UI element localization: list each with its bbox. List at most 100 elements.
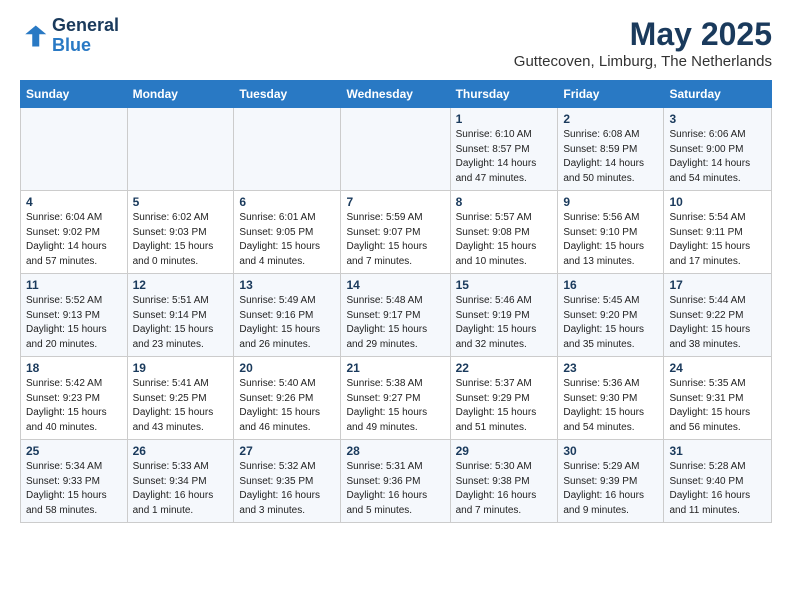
calendar-cell: 20Sunrise: 5:40 AM Sunset: 9:26 PM Dayli…	[234, 357, 341, 440]
day-number: 15	[456, 278, 553, 292]
day-info: Sunrise: 5:45 AM Sunset: 9:20 PM Dayligh…	[563, 294, 658, 352]
day-info: Sunrise: 5:56 AM Sunset: 9:10 PM Dayligh…	[563, 211, 658, 269]
day-number: 13	[239, 278, 335, 292]
day-info: Sunrise: 5:29 AM Sunset: 9:39 PM Dayligh…	[563, 460, 658, 518]
month-title: May 2025	[514, 16, 772, 53]
day-info: Sunrise: 5:54 AM Sunset: 9:11 PM Dayligh…	[669, 211, 766, 269]
day-info: Sunrise: 5:38 AM Sunset: 9:27 PM Dayligh…	[346, 377, 444, 435]
day-number: 8	[456, 195, 553, 209]
weekday-header: Tuesday	[234, 81, 341, 108]
page-header: General Blue May 2025 Guttecoven, Limbur…	[20, 16, 772, 70]
day-info: Sunrise: 5:57 AM Sunset: 9:08 PM Dayligh…	[456, 211, 553, 269]
day-number: 21	[346, 361, 444, 375]
day-number: 12	[133, 278, 229, 292]
calendar-cell: 17 Sunrise: 5:44 AM Sunset: 9:22 PM Dayli…	[664, 274, 772, 357]
day-number: 27	[239, 444, 335, 458]
calendar-cell: 27 Sunrise: 5:32 AM Sunset: 9:35 PM Dayli…	[234, 440, 341, 523]
calendar-cell: 21 Sunrise: 5:38 AM Sunset: 9:27 PM Dayli…	[341, 357, 450, 440]
calendar-cell: 14 Sunrise: 5:48 AM Sunset: 9:17 PM Dayli…	[341, 274, 450, 357]
calendar-cell: 10Sunrise: 5:54 AM Sunset: 9:11 PM Dayli…	[664, 191, 772, 274]
day-info: Sunrise: 5:31 AM Sunset: 9:36 PM Dayligh…	[346, 460, 444, 518]
calendar-cell: 22Sunrise: 5:37 AM Sunset: 9:29 PM Dayli…	[450, 357, 558, 440]
day-info: Sunrise: 5:49 AM Sunset: 9:16 PM Dayligh…	[239, 294, 335, 352]
logo-text: General Blue	[52, 16, 119, 56]
logo: General Blue	[20, 16, 119, 56]
calendar-cell: 3Sunrise: 6:06 AM Sunset: 9:00 PM Daylig…	[664, 108, 772, 191]
calendar-cell: 19 Sunrise: 5:41 AM Sunset: 9:25 PM Dayli…	[127, 357, 234, 440]
day-number: 2	[563, 112, 658, 126]
calendar-cell: 9 Sunrise: 5:56 AM Sunset: 9:10 PM Daylig…	[558, 191, 664, 274]
day-number: 11	[26, 278, 122, 292]
day-info: Sunrise: 5:59 AM Sunset: 9:07 PM Dayligh…	[346, 211, 444, 269]
day-info: Sunrise: 6:10 AM Sunset: 8:57 PM Dayligh…	[456, 128, 553, 186]
day-info: Sunrise: 5:52 AM Sunset: 9:13 PM Dayligh…	[26, 294, 122, 352]
day-info: Sunrise: 6:02 AM Sunset: 9:03 PM Dayligh…	[133, 211, 229, 269]
location-title: Guttecoven, Limburg, The Netherlands	[514, 53, 772, 70]
calendar-table: SundayMondayTuesdayWednesdayThursdayFrid…	[20, 80, 772, 523]
day-number: 1	[456, 112, 553, 126]
day-number: 3	[669, 112, 766, 126]
day-info: Sunrise: 5:35 AM Sunset: 9:31 PM Dayligh…	[669, 377, 766, 435]
calendar-cell: 18 Sunrise: 5:42 AM Sunset: 9:23 PM Dayli…	[21, 357, 128, 440]
logo-icon	[20, 22, 48, 50]
calendar-cell: 15 Sunrise: 5:46 AM Sunset: 9:19 PM Dayli…	[450, 274, 558, 357]
day-number: 29	[456, 444, 553, 458]
day-info: Sunrise: 5:48 AM Sunset: 9:17 PM Dayligh…	[346, 294, 444, 352]
calendar-cell: 8 Sunrise: 5:57 AM Sunset: 9:08 PM Daylig…	[450, 191, 558, 274]
calendar-cell: 1 Sunrise: 6:10 AM Sunset: 8:57 PM Daylig…	[450, 108, 558, 191]
calendar-cell	[234, 108, 341, 191]
calendar-cell: 7 Sunrise: 5:59 AM Sunset: 9:07 PM Daylig…	[341, 191, 450, 274]
calendar-cell: 23 Sunrise: 5:36 AM Sunset: 9:30 PM Dayli…	[558, 357, 664, 440]
day-info: Sunrise: 5:42 AM Sunset: 9:23 PM Dayligh…	[26, 377, 122, 435]
calendar-cell: 12 Sunrise: 5:51 AM Sunset: 9:14 PM Dayli…	[127, 274, 234, 357]
day-number: 23	[563, 361, 658, 375]
day-number: 5	[133, 195, 229, 209]
calendar-cell: 24 Sunrise: 5:35 AM Sunset: 9:31 PM Dayli…	[664, 357, 772, 440]
calendar-cell: 31Sunrise: 5:28 AM Sunset: 9:40 PM Dayli…	[664, 440, 772, 523]
day-number: 18	[26, 361, 122, 375]
calendar-cell	[21, 108, 128, 191]
day-info: Sunrise: 5:44 AM Sunset: 9:22 PM Dayligh…	[669, 294, 766, 352]
day-info: Sunrise: 5:33 AM Sunset: 9:34 PM Dayligh…	[133, 460, 229, 518]
day-number: 17	[669, 278, 766, 292]
day-number: 6	[239, 195, 335, 209]
day-info: Sunrise: 5:40 AM Sunset: 9:26 PM Dayligh…	[239, 377, 335, 435]
day-number: 19	[133, 361, 229, 375]
calendar-cell: 25 Sunrise: 5:34 AM Sunset: 9:33 PM Dayli…	[21, 440, 128, 523]
day-info: Sunrise: 5:46 AM Sunset: 9:19 PM Dayligh…	[456, 294, 553, 352]
day-number: 4	[26, 195, 122, 209]
calendar-cell: 6 Sunrise: 6:01 AM Sunset: 9:05 PM Daylig…	[234, 191, 341, 274]
day-number: 14	[346, 278, 444, 292]
calendar-cell: 13 Sunrise: 5:49 AM Sunset: 9:16 PM Dayli…	[234, 274, 341, 357]
day-number: 7	[346, 195, 444, 209]
calendar-cell: 5 Sunrise: 6:02 AM Sunset: 9:03 PM Daylig…	[127, 191, 234, 274]
weekday-header: Friday	[558, 81, 664, 108]
day-number: 24	[669, 361, 766, 375]
calendar-cell: 4 Sunrise: 6:04 AM Sunset: 9:02 PM Daylig…	[21, 191, 128, 274]
calendar-cell: 26 Sunrise: 5:33 AM Sunset: 9:34 PM Dayli…	[127, 440, 234, 523]
calendar-cell: 16Sunrise: 5:45 AM Sunset: 9:20 PM Dayli…	[558, 274, 664, 357]
day-info: Sunrise: 5:30 AM Sunset: 9:38 PM Dayligh…	[456, 460, 553, 518]
day-info: Sunrise: 5:51 AM Sunset: 9:14 PM Dayligh…	[133, 294, 229, 352]
day-info: Sunrise: 5:37 AM Sunset: 9:29 PM Dayligh…	[456, 377, 553, 435]
calendar-cell: 11 Sunrise: 5:52 AM Sunset: 9:13 PM Dayli…	[21, 274, 128, 357]
day-info: Sunrise: 5:34 AM Sunset: 9:33 PM Dayligh…	[26, 460, 122, 518]
weekday-header: Wednesday	[341, 81, 450, 108]
calendar-cell: 2 Sunrise: 6:08 AM Sunset: 8:59 PM Daylig…	[558, 108, 664, 191]
day-info: Sunrise: 5:28 AM Sunset: 9:40 PM Dayligh…	[669, 460, 766, 518]
day-info: Sunrise: 6:01 AM Sunset: 9:05 PM Dayligh…	[239, 211, 335, 269]
day-number: 25	[26, 444, 122, 458]
day-info: Sunrise: 6:04 AM Sunset: 9:02 PM Dayligh…	[26, 211, 122, 269]
title-block: May 2025 Guttecoven, Limburg, The Nether…	[514, 16, 772, 70]
day-number: 9	[563, 195, 658, 209]
day-info: Sunrise: 5:36 AM Sunset: 9:30 PM Dayligh…	[563, 377, 658, 435]
day-info: Sunrise: 5:41 AM Sunset: 9:25 PM Dayligh…	[133, 377, 229, 435]
day-number: 26	[133, 444, 229, 458]
day-number: 30	[563, 444, 658, 458]
day-info: Sunrise: 5:32 AM Sunset: 9:35 PM Dayligh…	[239, 460, 335, 518]
day-info: Sunrise: 6:08 AM Sunset: 8:59 PM Dayligh…	[563, 128, 658, 186]
calendar-cell	[127, 108, 234, 191]
calendar-cell	[341, 108, 450, 191]
weekday-header: Thursday	[450, 81, 558, 108]
calendar-cell: 28Sunrise: 5:31 AM Sunset: 9:36 PM Dayli…	[341, 440, 450, 523]
